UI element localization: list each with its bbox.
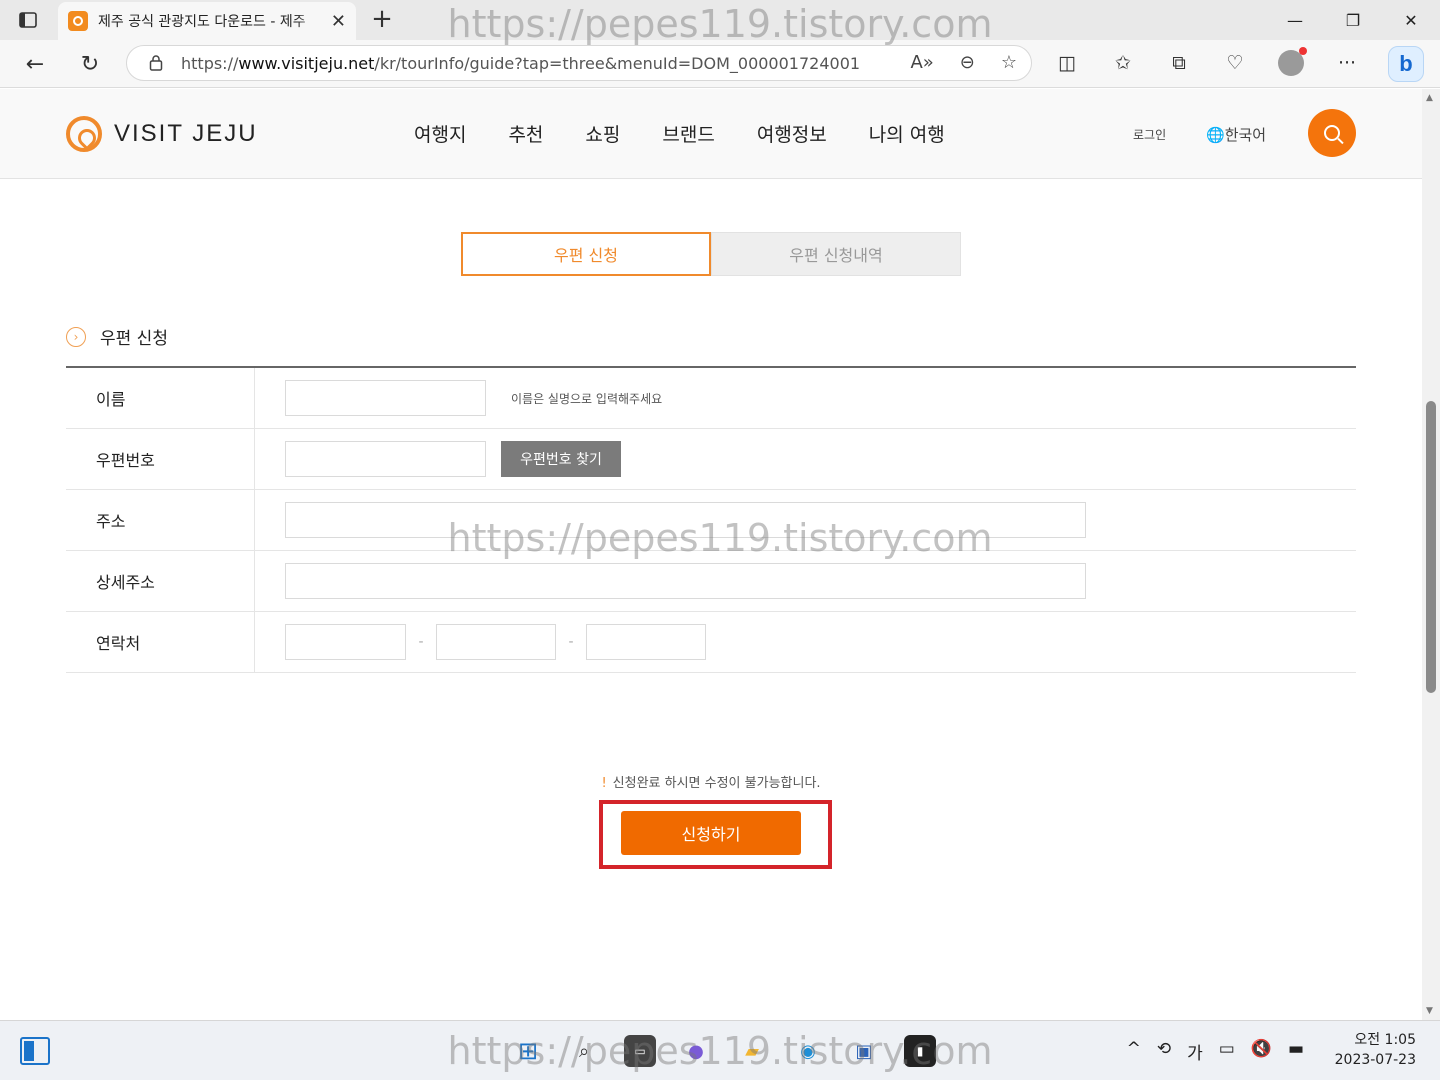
- search-icon[interactable]: ⌕: [568, 1035, 600, 1067]
- name-hint: 이름은 실명으로 입력해주세요: [511, 391, 663, 406]
- tab-mail-request[interactable]: 우편 신청: [461, 232, 711, 276]
- form-row-zip: 우편번호 우편번호 찾기: [66, 429, 1356, 490]
- language-selector[interactable]: 🌐한국어: [1206, 124, 1266, 145]
- search-icon: [1324, 125, 1340, 141]
- language-label: 한국어: [1224, 126, 1267, 144]
- ime-indicator[interactable]: 가: [1187, 1039, 1203, 1064]
- phone-input-3[interactable]: [586, 624, 706, 660]
- nav-item-travel-info[interactable]: 여행정보: [757, 120, 827, 147]
- section-title: › 우편 신청: [66, 324, 168, 349]
- tab-title: 제주 공식 관광지도 다운로드 - 제주: [98, 14, 306, 30]
- detail-address-input[interactable]: [285, 563, 1086, 599]
- nav-item-recommend[interactable]: 추천: [508, 120, 543, 147]
- address-toolbar: ← ↻ https://www.visitjeju.net/kr/tourInf…: [0, 40, 1440, 88]
- widgets-icon[interactable]: [20, 1037, 50, 1065]
- edge-browser-icon[interactable]: ◉: [792, 1035, 824, 1067]
- address-input[interactable]: [285, 502, 1086, 538]
- visitjeju-logo[interactable]: VISIT JEJU: [66, 116, 258, 152]
- restore-button[interactable]: ❐: [1324, 0, 1382, 40]
- sync-icon[interactable]: ⟲: [1157, 1039, 1171, 1064]
- name-label: 이름: [66, 368, 255, 428]
- form-row-detail-address: 상세주소: [66, 551, 1356, 612]
- browser-tab-bar: 제주 공식 관광지도 다운로드 - 제주 ✕ + — ❐ ✕: [0, 0, 1440, 40]
- login-link[interactable]: 로그인: [1133, 126, 1166, 143]
- volume-muted-icon[interactable]: 🔇: [1251, 1039, 1272, 1064]
- visitjeju-favicon-icon: [68, 11, 88, 31]
- zip-search-button[interactable]: 우편번호 찾기: [501, 441, 621, 477]
- phone-input-2[interactable]: [436, 624, 556, 660]
- submit-notice: ! 신청완료 하시면 수정이 불가능합니다.: [0, 772, 1422, 791]
- collections-icon[interactable]: ⧉: [1164, 48, 1194, 78]
- mail-request-form: 이름 이름은 실명으로 입력해주세요 우편번호 우편번호 찾기 주소 상세주소 …: [66, 366, 1356, 673]
- logo-text: VISIT JEJU: [114, 120, 258, 147]
- split-screen-icon[interactable]: ◫: [1052, 48, 1082, 78]
- file-explorer-dark-icon[interactable]: ▭: [624, 1035, 656, 1067]
- tab-actions-icon[interactable]: [10, 6, 46, 34]
- network-icon[interactable]: ▭: [1219, 1039, 1235, 1064]
- tab-mail-request-history[interactable]: 우편 신청내역: [711, 232, 961, 276]
- browser-tab[interactable]: 제주 공식 관광지도 다운로드 - 제주 ✕: [58, 2, 356, 40]
- form-row-name: 이름 이름은 실명으로 입력해주세요: [66, 368, 1356, 429]
- folder-icon[interactable]: ▰: [736, 1035, 768, 1067]
- system-clock[interactable]: 오전 1:05 2023-07-23: [1335, 1030, 1416, 1070]
- url-field[interactable]: https://www.visitjeju.net/kr/tourInfo/gu…: [126, 45, 1032, 81]
- notice-text: 신청완료 하시면 수정이 불가능합니다.: [612, 776, 821, 791]
- scroll-up-icon[interactable]: ▲: [1426, 93, 1433, 103]
- form-row-address: 주소: [66, 490, 1356, 551]
- windows-start-icon[interactable]: ⊞: [512, 1035, 544, 1067]
- form-row-phone: 연락처 - -: [66, 612, 1356, 673]
- back-icon[interactable]: ←: [20, 50, 50, 78]
- section-title-text: 우편 신청: [100, 329, 168, 349]
- zip-label: 우편번호: [66, 429, 255, 489]
- more-menu-icon[interactable]: ···: [1332, 48, 1362, 78]
- heart-logo-icon: [66, 116, 102, 152]
- url-text[interactable]: https://www.visitjeju.net/kr/tourInfo/gu…: [181, 54, 861, 73]
- chat-icon[interactable]: ●: [680, 1035, 712, 1067]
- main-nav: 여행지 추천 쇼핑 브랜드 여행정보 나의 여행: [414, 120, 945, 147]
- tray-chevron-up-icon[interactable]: ^: [1127, 1039, 1141, 1064]
- read-aloud-icon[interactable]: A»: [910, 52, 933, 73]
- phone-separator: -: [568, 634, 574, 650]
- phone-separator: -: [418, 634, 424, 650]
- new-tab-button[interactable]: +: [368, 4, 396, 34]
- zoom-out-icon[interactable]: ⊖: [960, 52, 975, 73]
- chevron-circle-icon: ›: [66, 326, 86, 347]
- refresh-icon[interactable]: ↻: [75, 50, 105, 78]
- terminal-icon[interactable]: ▮: [904, 1035, 936, 1067]
- store-icon[interactable]: ▣: [848, 1035, 880, 1067]
- tab-close-button[interactable]: ✕: [331, 11, 346, 32]
- close-window-button[interactable]: ✕: [1382, 0, 1440, 40]
- nav-item-brand[interactable]: 브랜드: [662, 120, 714, 147]
- scrollbar-thumb[interactable]: [1426, 401, 1436, 693]
- nav-item-shopping[interactable]: 쇼핑: [585, 120, 620, 147]
- zip-input[interactable]: [285, 441, 486, 477]
- phone-label: 연락처: [66, 612, 255, 672]
- phone-input-1[interactable]: [285, 624, 406, 660]
- exclamation-icon: !: [601, 776, 607, 791]
- browser-essentials-icon[interactable]: ♡: [1220, 48, 1250, 78]
- clock-date: 2023-07-23: [1334, 1052, 1416, 1068]
- nav-item-my-trip[interactable]: 나의 여행: [869, 120, 945, 147]
- name-input[interactable]: [285, 380, 486, 416]
- clock-time: 오전 1:05: [1354, 1032, 1416, 1048]
- profile-avatar[interactable]: [1276, 47, 1307, 78]
- nav-item-destinations[interactable]: 여행지: [414, 120, 466, 147]
- page-scrollbar[interactable]: ▲ ▼: [1422, 89, 1440, 1020]
- mail-request-tabs: 우편 신청 우편 신청내역: [461, 232, 961, 276]
- battery-icon[interactable]: ▬: [1288, 1039, 1304, 1064]
- globe-icon: 🌐: [1206, 126, 1225, 144]
- scroll-down-icon[interactable]: ▼: [1426, 1006, 1433, 1016]
- lock-icon[interactable]: [149, 54, 163, 72]
- address-label: 주소: [66, 490, 255, 550]
- bing-copilot-icon[interactable]: b: [1388, 46, 1424, 82]
- submit-button[interactable]: 신청하기: [621, 811, 801, 855]
- favorite-star-icon[interactable]: ☆: [1001, 52, 1017, 73]
- minimize-button[interactable]: —: [1266, 0, 1324, 40]
- site-header: VISIT JEJU 여행지 추천 쇼핑 브랜드 여행정보 나의 여행 로그인 …: [0, 89, 1422, 179]
- favorites-icon[interactable]: ✩: [1108, 48, 1138, 78]
- windows-taskbar: ⊞ ⌕ ▭ ● ▰ ◉ ▣ ▮ ^ ⟲ 가 ▭ 🔇 ▬ 오전 1:05 2023…: [0, 1020, 1440, 1080]
- site-search-button[interactable]: [1308, 109, 1356, 157]
- detail-address-label: 상세주소: [66, 551, 255, 611]
